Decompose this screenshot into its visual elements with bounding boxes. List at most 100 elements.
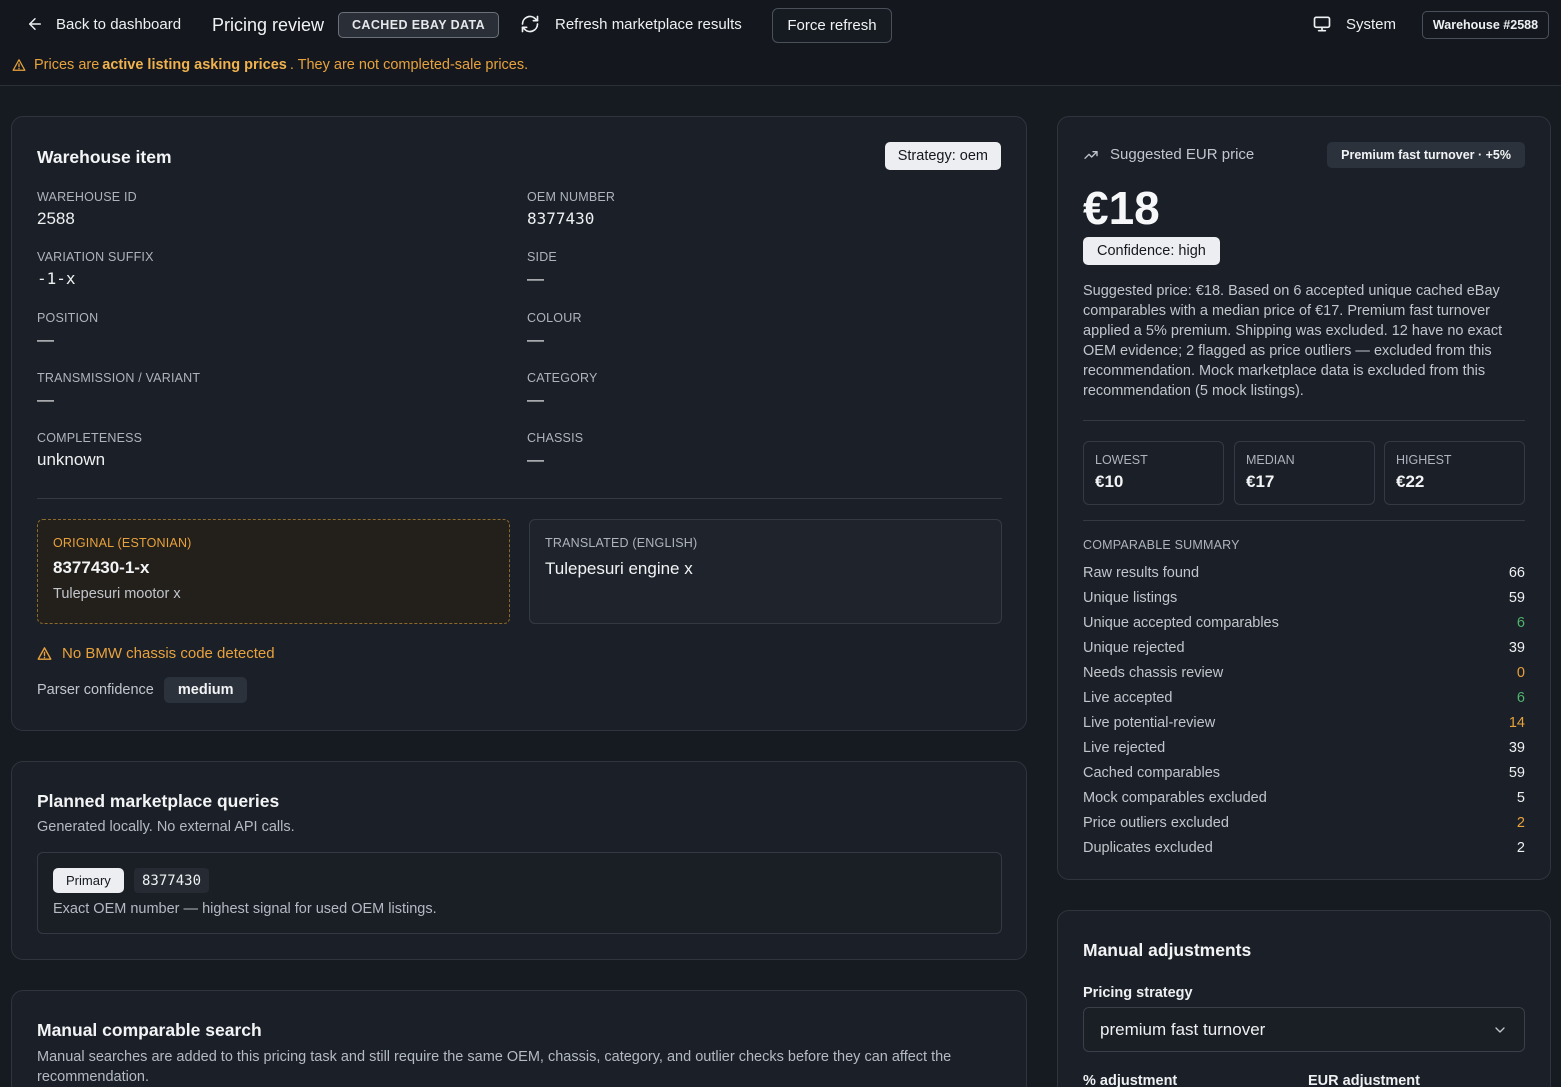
query-description: Exact OEM number — highest signal for us…: [53, 901, 437, 917]
summary-value: 6: [1516, 689, 1525, 706]
field-position: Position —: [37, 311, 98, 350]
divider: [1083, 420, 1525, 421]
manual-adjustments-title: Manual adjustments: [1083, 940, 1252, 960]
summary-label: Duplicates excluded: [1083, 839, 1213, 856]
field-variation-suffix: Variation suffix -1-x: [37, 250, 154, 288]
summary-value: 14: [1508, 714, 1525, 731]
divider: [1083, 520, 1525, 521]
manual-search-subtitle: Manual searches are added to this pricin…: [37, 1049, 952, 1085]
comparable-summary-list: Raw results found 66 Unique listings 59 Uniq…: [1083, 560, 1525, 860]
summary-row: Unique listings 59: [1083, 585, 1525, 610]
field-label: Side: [527, 250, 557, 264]
back-label: Back to dashboard: [56, 15, 182, 33]
stat-label: Highest: [1396, 453, 1452, 467]
summary-value: 2: [1516, 839, 1525, 856]
field-value: 2588: [37, 209, 75, 228]
system-theme-button[interactable]: System: [1312, 14, 1396, 34]
chevron-down-icon: [1495, 1026, 1505, 1033]
suggested-price-value: €18: [1083, 182, 1160, 234]
asking-price-warning: Prices are active listing asking prices. …: [12, 57, 528, 73]
warning-icon: [12, 59, 26, 71]
stat-value: €22: [1396, 472, 1425, 491]
trending-up-icon: [1084, 150, 1098, 159]
summary-row: Unique rejected 39: [1083, 635, 1525, 660]
field-value: unknown: [37, 450, 106, 469]
eur-adjustment-label: EUR adjustment: [1308, 1073, 1420, 1087]
planned-queries-subtitle: Generated locally. No external API calls…: [37, 819, 295, 835]
summary-value: 6: [1516, 614, 1525, 631]
refresh-label: Refresh marketplace results: [555, 15, 742, 33]
summary-value: 2: [1516, 814, 1525, 831]
summary-label: Mock comparables excluded: [1083, 789, 1267, 806]
summary-row: Raw results found 66: [1083, 560, 1525, 585]
warehouse-item-card: Warehouse item Strategy: oem Warehouse I…: [11, 116, 1027, 731]
arrow-left-icon: [29, 18, 41, 30]
stat-value: €10: [1095, 472, 1124, 491]
original-label: Original (Estonian): [53, 536, 192, 550]
summary-value: 39: [1508, 739, 1525, 756]
back-to-dashboard-link[interactable]: Back to dashboard: [26, 15, 181, 33]
pricing-strategy-label: Pricing strategy: [1083, 985, 1193, 1001]
summary-value: 66: [1508, 564, 1525, 581]
field-colour: Colour —: [527, 311, 582, 350]
summary-row: Live rejected 39: [1083, 735, 1525, 760]
summary-row: Live potential-review 14: [1083, 710, 1525, 735]
suggested-heading-text: Suggested EUR price: [1110, 146, 1255, 163]
field-warehouse-id: Warehouse ID 2588: [37, 190, 137, 229]
summary-label: Live accepted: [1083, 689, 1173, 706]
chassis-warning: No BMW chassis code detected: [37, 645, 275, 662]
summary-label: Unique listings: [1083, 589, 1178, 606]
field-label: Transmission / variant: [37, 371, 201, 385]
summary-label: Unique rejected: [1083, 639, 1185, 656]
warning-bold: active listing asking prices: [102, 57, 287, 73]
confidence-badge: Confidence: high: [1083, 237, 1220, 265]
field-category: Category —: [527, 371, 598, 410]
field-completeness: Completeness unknown: [37, 431, 142, 470]
field-value: —: [527, 390, 544, 409]
field-label: Colour: [527, 311, 582, 325]
warehouse-badge: Warehouse #2588: [1422, 11, 1549, 39]
system-label: System: [1346, 15, 1397, 33]
translated-text: Tulepesuri engine x: [545, 559, 693, 578]
summary-value: 0: [1516, 664, 1525, 681]
original-description-box: Original (Estonian) 8377430-1-x Tulepesu…: [37, 519, 510, 624]
field-label: Category: [527, 371, 598, 385]
parser-confidence: Parser confidence medium: [37, 677, 248, 703]
warning-prefix: Prices are: [34, 57, 100, 73]
manual-search-card: Manual comparable search Manual searches…: [11, 990, 1027, 1087]
parser-confidence-badge: medium: [163, 677, 248, 703]
pricing-strategy-value: premium fast turnover: [1100, 1019, 1266, 1039]
stat-highest: Highest €22: [1384, 441, 1525, 505]
summary-value: 39: [1508, 639, 1525, 656]
field-value: —: [527, 269, 544, 288]
summary-label: Live potential-review: [1083, 714, 1216, 731]
manual-adjustments-card: Manual adjustments Pricing strategy prem…: [1057, 910, 1551, 1087]
chassis-warning-text: No BMW chassis code detected: [62, 645, 275, 662]
price-explanation: Suggested price: €18. Based on 6 accepte…: [1083, 283, 1503, 399]
field-label: Warehouse ID: [37, 190, 137, 204]
summary-row: Unique accepted comparables 6: [1083, 610, 1525, 635]
stat-median: Median €17: [1234, 441, 1375, 505]
summary-row: Duplicates excluded 2: [1083, 835, 1525, 860]
cached-data-badge: CACHED EBAY DATA: [338, 12, 500, 38]
top-bar: Back to dashboard Pricing review CACHED …: [0, 0, 1561, 86]
warning-icon: [37, 647, 52, 660]
query-text: 8377430: [134, 868, 210, 893]
pricing-strategy-select[interactable]: premium fast turnover: [1083, 1007, 1525, 1052]
field-label: OEM number: [527, 190, 616, 204]
premium-badge: Premium fast turnover · +5%: [1327, 142, 1525, 168]
query-item: Primary 8377430 Exact OEM number — highe…: [37, 852, 1002, 934]
summary-row: Live accepted 6: [1083, 685, 1525, 710]
force-refresh-button[interactable]: Force refresh: [772, 8, 892, 43]
summary-row: Price outliers excluded 2: [1083, 810, 1525, 835]
field-oem-number: OEM number 8377430: [527, 190, 615, 228]
summary-value: 5: [1516, 789, 1525, 806]
summary-row: Mock comparables excluded 5: [1083, 785, 1525, 810]
summary-row: Needs chassis review 0: [1083, 660, 1525, 685]
suggested-price-heading: Suggested EUR price: [1083, 146, 1254, 163]
field-label: Position: [37, 311, 99, 325]
field-side: Side —: [527, 250, 557, 289]
translated-label: Translated (English): [545, 536, 698, 550]
stat-lowest: Lowest €10: [1083, 441, 1224, 505]
refresh-results-button[interactable]: Refresh marketplace results: [520, 14, 742, 34]
